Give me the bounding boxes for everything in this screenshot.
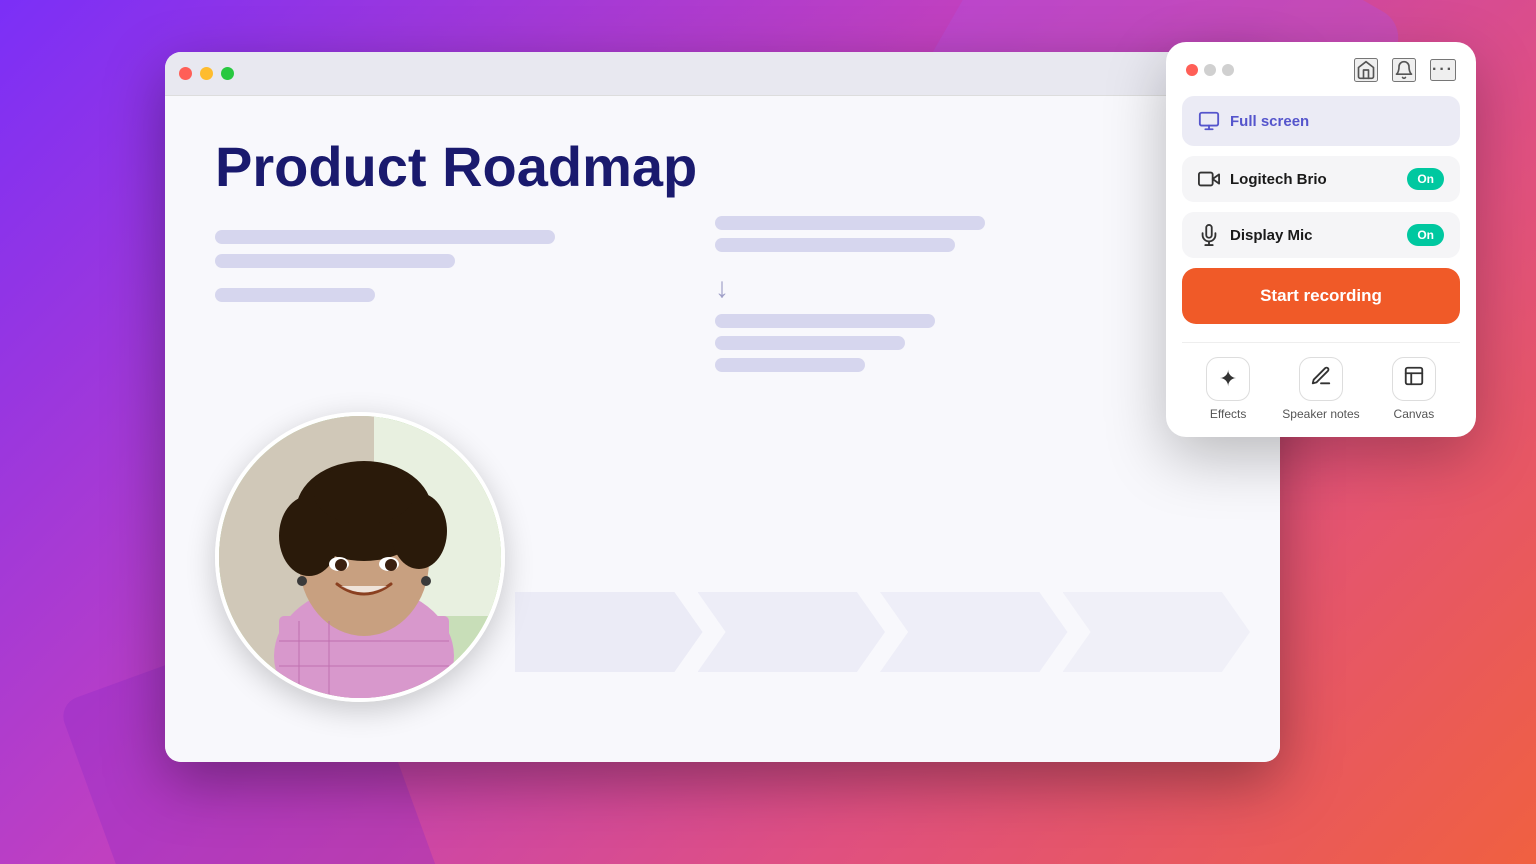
panel-divider xyxy=(1182,342,1460,343)
start-recording-button[interactable]: Start recording xyxy=(1182,268,1460,324)
camera-on-badge: On xyxy=(1407,168,1444,190)
speaker-notes-icon-wrap xyxy=(1299,357,1343,401)
flow-line-1 xyxy=(715,314,935,328)
control-panel: ··· Full screen Logitech Brio On xyxy=(1166,42,1476,437)
traffic-light-red[interactable] xyxy=(179,67,192,80)
placeholder-line-3 xyxy=(215,288,375,302)
mic-on-badge: On xyxy=(1407,224,1444,246)
placeholder-line-2 xyxy=(215,254,455,268)
panel-traffic-green[interactable] xyxy=(1222,64,1234,76)
slide-content: Product Roadmap ↓ xyxy=(165,96,1280,762)
slide-title: Product Roadmap xyxy=(215,136,1230,198)
arrow-3 xyxy=(880,592,1068,672)
camera-device-button[interactable]: Logitech Brio On xyxy=(1182,156,1460,202)
camera-icon xyxy=(1198,168,1220,190)
bottom-tools: ✦ Effects Speaker notes xyxy=(1182,357,1460,421)
presenter-avatar xyxy=(215,412,505,702)
window-titlebar xyxy=(165,52,1280,96)
speaker-notes-icon xyxy=(1310,365,1332,393)
placeholder-line-1 xyxy=(215,230,555,244)
flow-line-3 xyxy=(715,358,865,372)
arrow-1 xyxy=(515,592,703,672)
fullscreen-button[interactable]: Full screen xyxy=(1182,96,1460,146)
center-line-2 xyxy=(715,238,955,252)
home-button[interactable] xyxy=(1354,58,1378,82)
fullscreen-icon xyxy=(1198,110,1220,132)
camera-label: Logitech Brio xyxy=(1230,171,1397,188)
arrow-2 xyxy=(698,592,886,672)
effects-icon-wrap: ✦ xyxy=(1206,357,1250,401)
speaker-notes-tool[interactable]: Speaker notes xyxy=(1282,357,1359,421)
effects-label: Effects xyxy=(1210,407,1246,421)
arrow-4 xyxy=(1063,592,1251,672)
mic-device-button[interactable]: Display Mic On xyxy=(1182,212,1460,258)
canvas-icon-wrap xyxy=(1392,357,1436,401)
presentation-window: Product Roadmap ↓ xyxy=(165,52,1280,762)
panel-titlebar: ··· xyxy=(1182,58,1460,82)
flow-line-2 xyxy=(715,336,905,350)
panel-traffic-yellow[interactable] xyxy=(1204,64,1216,76)
notification-button[interactable] xyxy=(1392,58,1416,82)
speaker-notes-label: Speaker notes xyxy=(1282,407,1359,421)
canvas-icon xyxy=(1403,365,1425,393)
canvas-label: Canvas xyxy=(1394,407,1435,421)
fullscreen-label: Full screen xyxy=(1230,113,1309,130)
effects-icon: ✦ xyxy=(1219,366,1237,392)
mic-icon xyxy=(1198,224,1220,246)
panel-icon-buttons: ··· xyxy=(1354,58,1456,82)
traffic-light-green[interactable] xyxy=(221,67,234,80)
traffic-light-yellow[interactable] xyxy=(200,67,213,80)
mic-label: Display Mic xyxy=(1230,227,1397,244)
effects-tool[interactable]: ✦ Effects xyxy=(1206,357,1250,421)
canvas-tool[interactable]: Canvas xyxy=(1392,357,1436,421)
center-line-1 xyxy=(715,216,985,230)
more-options-button[interactable]: ··· xyxy=(1430,59,1456,81)
avatar-person xyxy=(219,416,501,698)
roadmap-arrows xyxy=(515,532,1250,732)
panel-traffic-lights xyxy=(1186,64,1234,76)
panel-traffic-red[interactable] xyxy=(1186,64,1198,76)
